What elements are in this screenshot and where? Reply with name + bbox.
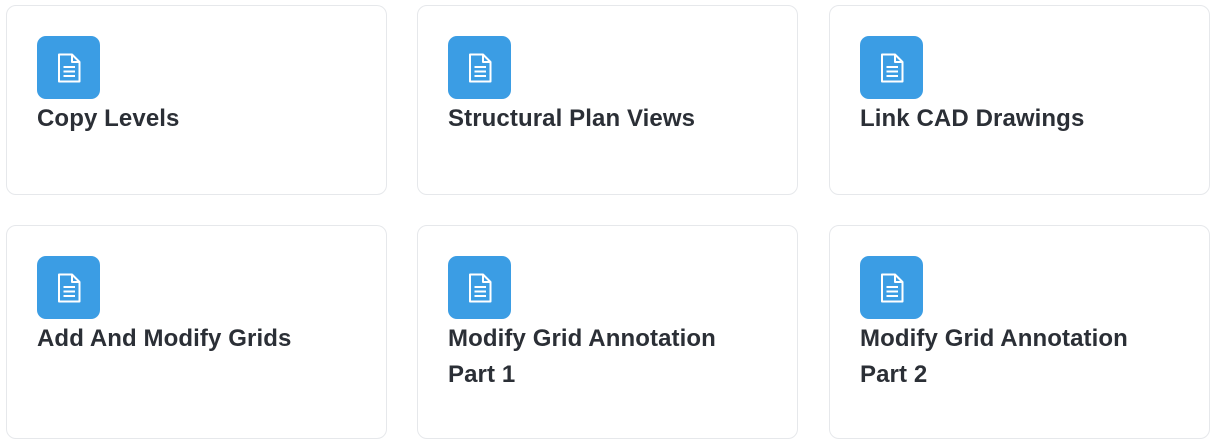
document-icon <box>860 36 923 99</box>
lesson-card-link-cad-drawings[interactable]: Link CAD Drawings <box>829 5 1210 195</box>
lesson-card-modify-grid-annotation-part-2[interactable]: Modify Grid Annotation Part 2 <box>829 225 1210 439</box>
document-icon <box>448 256 511 319</box>
card-title: Modify Grid Annotation Part 2 <box>860 325 1128 388</box>
document-icon <box>37 36 100 99</box>
card-title: Copy Levels <box>37 105 180 132</box>
card-title: Structural Plan Views <box>448 105 696 132</box>
lesson-card-modify-grid-annotation-part-1[interactable]: Modify Grid Annotation Part 1 <box>417 225 798 439</box>
lesson-card-copy-levels[interactable]: Copy Levels <box>6 5 387 195</box>
lesson-card-structural-plan-views[interactable]: Structural Plan Views <box>417 5 798 195</box>
document-icon <box>860 256 923 319</box>
card-title: Link CAD Drawings <box>860 105 1085 132</box>
card-title: Add And Modify Grids <box>37 325 292 352</box>
card-title: Modify Grid Annotation Part 1 <box>448 325 716 388</box>
document-icon <box>448 36 511 99</box>
lesson-card-grid: Copy Levels Structural Plan Views Link C <box>0 0 1216 445</box>
document-icon <box>37 256 100 319</box>
lesson-card-add-and-modify-grids[interactable]: Add And Modify Grids <box>6 225 387 439</box>
